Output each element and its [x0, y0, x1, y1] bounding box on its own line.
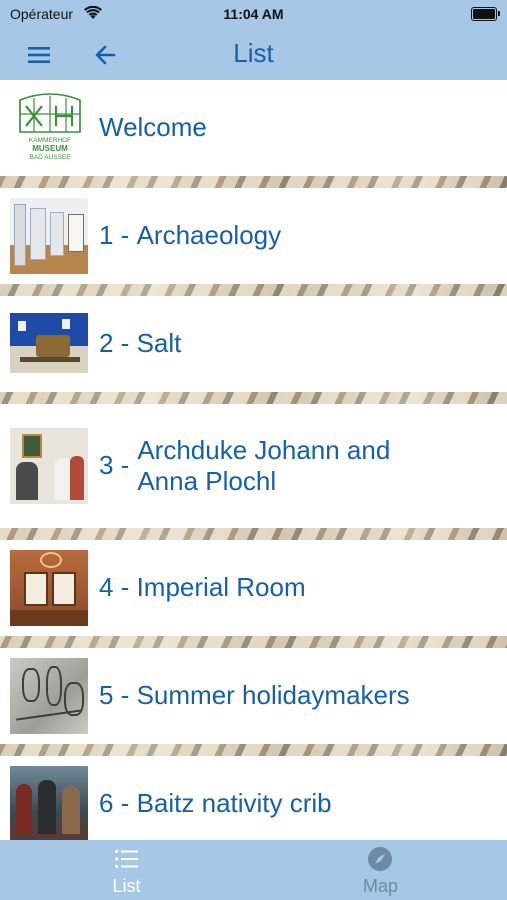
status-bar: Opérateur 11:04 AM [0, 0, 507, 30]
thumbnail-summer-holidaymakers [10, 658, 88, 734]
list-item-summer-holidaymakers[interactable]: 5 - Summer holidaymakers [0, 648, 507, 744]
list-item-imperial-room[interactable]: 4 - Imperial Room [0, 540, 507, 636]
list-item-baitz-nativity-crib[interactable]: 6 - Baitz nativity crib [0, 756, 507, 852]
logo-text-bot: BAD AUSSEE [29, 154, 71, 161]
item-title: Imperial Room [136, 572, 306, 603]
item-number: 5 - [99, 680, 130, 711]
item-number: 1 - [99, 220, 130, 251]
thumbnail-salt [10, 313, 88, 373]
page-title: List [233, 38, 274, 68]
item-number: 6 - [99, 788, 130, 819]
thumbnail-baitz-nativity-crib [10, 766, 88, 842]
item-title: Summer holidaymakers [136, 680, 410, 711]
battery-icon [471, 7, 500, 21]
tab-bar: List Map [0, 840, 507, 900]
item-title: Baitz nativity crib [136, 788, 332, 819]
item-title: Archaeology [136, 220, 282, 251]
thumbnail-archduke-johann [10, 428, 88, 504]
list-item-label: Welcome [99, 112, 207, 143]
tab-label: Map [362, 876, 398, 896]
item-number: 2 - [99, 328, 130, 359]
logo-text-top: KAMMERHOF [29, 137, 71, 144]
logo-text-mid: MUSEUM [32, 144, 68, 153]
item-title: Archduke Johann and Anna Plochl [137, 434, 391, 496]
item-title: Salt [136, 328, 182, 359]
thumbnail-archaeology [10, 198, 88, 274]
list-item-archduke-johann[interactable]: 3 - Archduke Johann and Anna Plochl [0, 404, 507, 528]
tab-list[interactable]: List [0, 840, 253, 900]
list-item-archaeology[interactable]: 1 - Archaeology [0, 188, 507, 284]
clock: 11:04 AM [223, 6, 284, 22]
compass-icon [368, 847, 392, 871]
list-icon [115, 850, 138, 868]
tab-label: List [112, 876, 141, 896]
tab-map[interactable]: Map [254, 840, 507, 900]
list-item-welcome[interactable]: KAMMERHOF MUSEUM BAD AUSSEE Welcome [0, 80, 507, 176]
list-item-salt[interactable]: 2 - Salt [0, 296, 507, 392]
item-number: 4 - [99, 572, 130, 603]
navigation-bar: List [0, 30, 507, 80]
thumbnail-imperial-room [10, 550, 88, 626]
museum-logo: KAMMERHOF MUSEUM BAD AUSSEE [12, 92, 88, 164]
item-number: 3 - [99, 450, 130, 481]
